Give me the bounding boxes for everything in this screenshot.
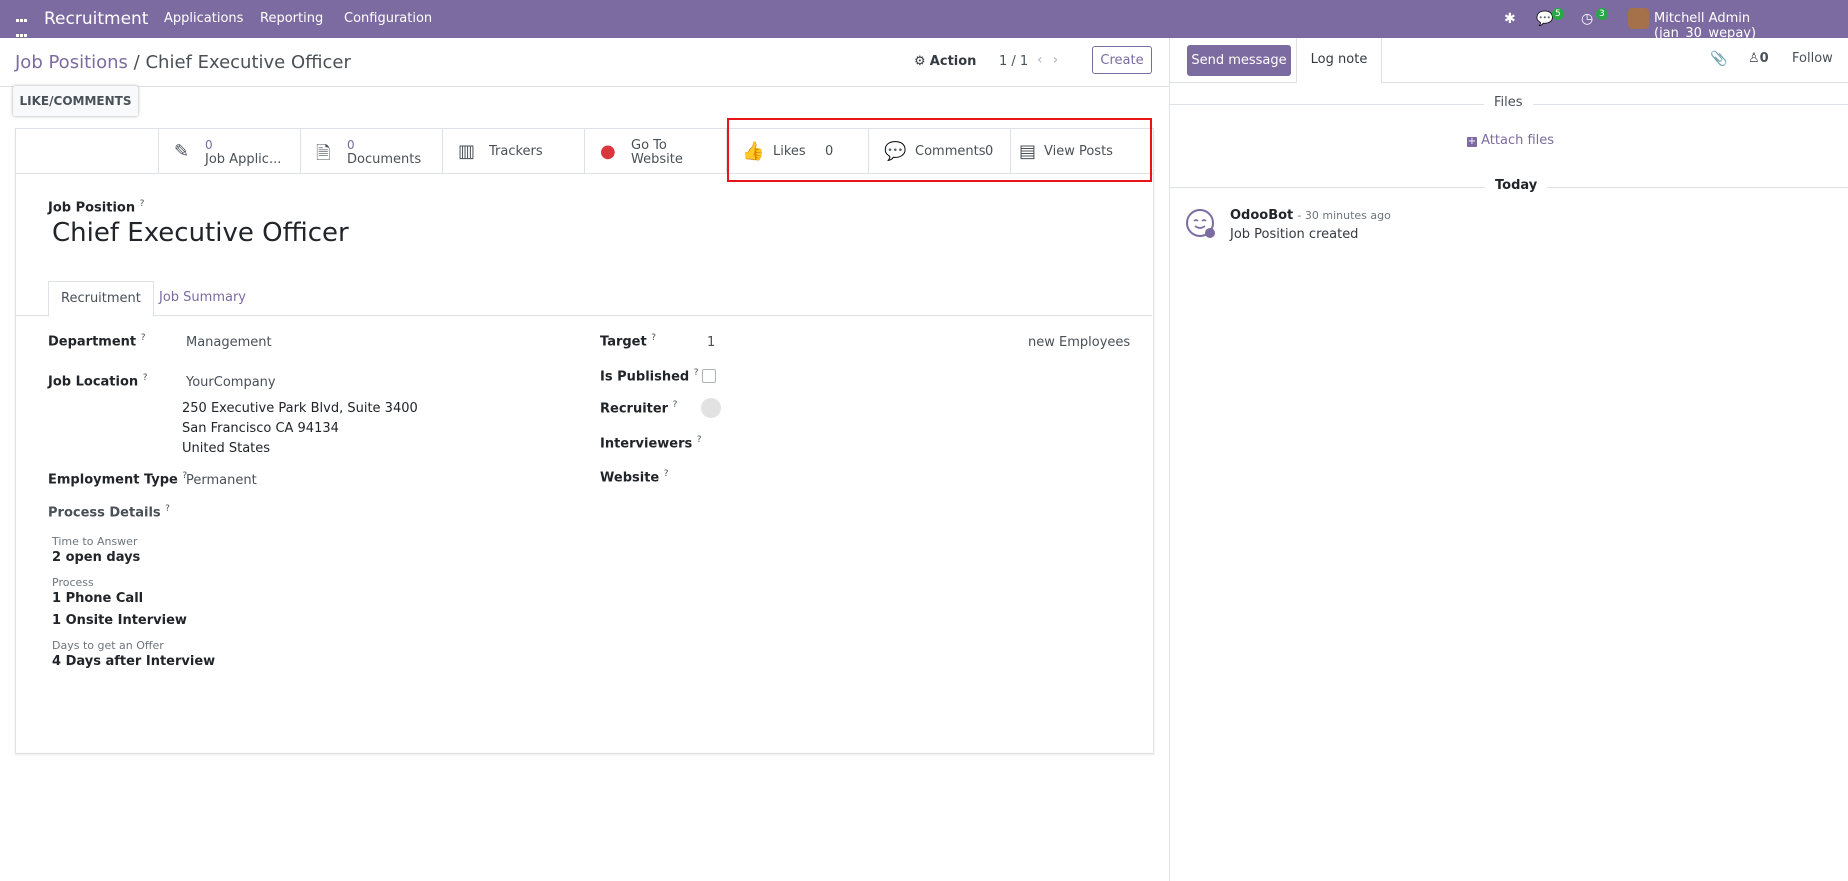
today-label: Today: [1485, 178, 1548, 193]
odoobot-avatar: [1185, 208, 1215, 238]
like-comments-button[interactable]: LIKE/COMMENTS: [13, 86, 138, 116]
send-message-button[interactable]: Send message: [1187, 45, 1291, 76]
activities-clock-icon[interactable]: ◷: [1581, 11, 1593, 27]
message-time: - 30 minutes ago: [1297, 209, 1391, 222]
job-title[interactable]: Chief Executive Officer: [52, 218, 349, 248]
gear-icon: ⚙: [914, 54, 926, 69]
breadcrumb-job-positions[interactable]: Job Positions: [15, 52, 128, 73]
is-published-label: Is Published ?: [600, 368, 699, 385]
menu-applications[interactable]: Applications: [164, 11, 243, 26]
website-label-line1: Go To: [631, 138, 667, 153]
job-location-label: Job Location ?: [48, 373, 148, 390]
stat-documents[interactable]: 🗎 0 Documents: [300, 129, 442, 173]
employment-type-label: Employment Type ?: [48, 471, 188, 488]
recruiter-avatar[interactable]: [701, 398, 721, 418]
action-menu[interactable]: ⚙ Action: [914, 54, 976, 69]
pencil-icon: ✎: [174, 141, 190, 162]
create-button[interactable]: Create: [1092, 46, 1152, 74]
followers-count: 0: [1759, 51, 1769, 66]
documents-count: 0: [347, 138, 355, 152]
highlight-box: [727, 118, 1152, 182]
followers-button[interactable]: ♙0: [1748, 51, 1769, 66]
apps-menu-icon[interactable]: [16, 12, 31, 52]
breadcrumb-current: Chief Executive Officer: [145, 52, 351, 73]
pager-arrows: ‹›: [1037, 52, 1068, 68]
recruiter-label: Recruiter ?: [600, 400, 678, 417]
message-header: OdooBot - 30 minutes ago: [1230, 208, 1391, 223]
chatter-panel: Send message Log note 📎 ♙0 Follow Files …: [1169, 38, 1848, 881]
stat-trackers[interactable]: ▥ Trackers: [442, 129, 584, 173]
top-navbar: Recruitment Applications Reporting Confi…: [0, 0, 1848, 52]
days-offer-label: Days to get an Offer: [52, 639, 164, 652]
documents-label: Documents: [347, 152, 422, 167]
action-label: Action: [929, 54, 977, 69]
pager-value[interactable]: 1 / 1: [999, 54, 1028, 69]
applications-label: Job Applic...: [205, 152, 282, 167]
files-title: Files: [1484, 95, 1533, 110]
user-menu[interactable]: Mitchell Admin (jan_30_wepay): [1654, 11, 1848, 41]
job-location-field[interactable]: YourCompany: [186, 375, 276, 390]
message-author[interactable]: OdooBot: [1230, 208, 1293, 223]
target-suffix: new Employees: [1028, 335, 1131, 350]
address-line1: 250 Executive Park Blvd, Suite 3400: [182, 401, 418, 416]
person-icon: ♙: [1748, 51, 1760, 66]
message-body: Job Position created: [1230, 227, 1359, 242]
activities-badge: 3: [1596, 8, 1608, 20]
breadcrumb: Job Positions / Chief Executive Officer: [15, 52, 351, 73]
form-tabs: Recruitment Job Summary: [15, 281, 1152, 317]
breadcrumb-separator: /: [133, 52, 140, 73]
process-label: Process: [52, 576, 94, 589]
trackers-label: Trackers: [489, 144, 543, 159]
time-to-answer-label: Time to Answer: [52, 535, 138, 548]
days-offer-value: 4 Days after Interview: [52, 654, 216, 669]
messages-badge: 5: [1552, 8, 1564, 20]
globe-icon: ●: [600, 141, 616, 162]
menu-configuration[interactable]: Configuration: [344, 11, 432, 26]
attach-files-label: Attach files: [1481, 133, 1555, 148]
employment-type-field[interactable]: Permanent: [186, 473, 257, 488]
is-published-checkbox[interactable]: [702, 369, 716, 383]
website-label-line2: Website: [631, 152, 683, 167]
attach-files-link[interactable]: + Attach files: [1467, 133, 1554, 148]
chatter-topbar: Send message Log note 📎 ♙0 Follow: [1170, 38, 1848, 84]
target-field[interactable]: 1: [707, 335, 715, 350]
app-brand[interactable]: Recruitment: [44, 9, 148, 29]
time-to-answer-value: 2 open days: [52, 550, 141, 565]
process-step-1: 1 Phone Call: [52, 591, 144, 606]
follow-button[interactable]: Follow: [1792, 51, 1833, 66]
website-label: Website ?: [600, 469, 669, 486]
menu-reporting[interactable]: Reporting: [260, 11, 323, 26]
control-panel: Job Positions / Chief Executive Officer …: [0, 38, 1170, 87]
address-line2: San Francisco CA 94134: [182, 421, 339, 436]
department-field[interactable]: Management: [186, 335, 272, 350]
user-avatar[interactable]: [1628, 8, 1649, 29]
address-line3: United States: [182, 441, 271, 456]
tab-job-summary[interactable]: Job Summary: [147, 281, 258, 315]
tab-recruitment[interactable]: Recruitment: [48, 281, 154, 317]
process-details-label: Process Details ?: [48, 504, 170, 521]
job-position-label: Job Position ?: [48, 199, 145, 216]
paperclip-icon[interactable]: 📎: [1710, 51, 1727, 67]
document-icon: 🗎: [316, 143, 331, 164]
debug-bug-icon[interactable]: ✱: [1504, 11, 1516, 27]
stat-job-applications[interactable]: ✎ 0 Job Applic...: [158, 129, 300, 173]
messages-icon[interactable]: 💬: [1536, 11, 1553, 27]
interviewers-label: Interviewers ?: [600, 435, 702, 452]
stat-go-to-website[interactable]: ● Go To Website: [584, 129, 726, 173]
plus-square-icon: +: [1467, 136, 1477, 147]
process-step-2: 1 Onsite Interview: [52, 613, 187, 628]
chevron-right-icon[interactable]: ›: [1053, 52, 1069, 68]
bar-chart-icon: ▥: [458, 141, 476, 162]
target-label: Target ?: [600, 333, 657, 350]
department-label: Department ?: [48, 333, 146, 350]
applications-count: 0: [205, 138, 213, 152]
chevron-left-icon[interactable]: ‹: [1037, 52, 1053, 68]
log-note-button[interactable]: Log note: [1296, 38, 1382, 84]
